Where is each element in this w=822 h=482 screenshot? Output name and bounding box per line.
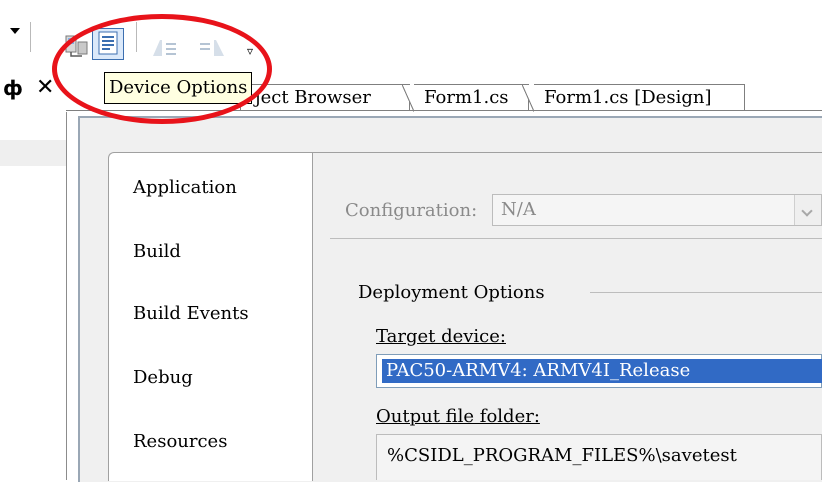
panel-toolbar-band xyxy=(0,140,66,166)
output-folder-label: Output file folder: xyxy=(376,406,540,427)
property-nav: Application Build Build Events Debug Res… xyxy=(108,152,313,481)
left-docked-panel xyxy=(0,100,67,480)
tab-label: Form1.cs [Design] xyxy=(544,87,712,108)
nav-item-resources[interactable]: Resources xyxy=(133,431,227,452)
toolbar-separator xyxy=(30,22,34,52)
tab-object-browser[interactable]: ject Browser xyxy=(240,84,410,111)
tab-label: ject Browser xyxy=(255,87,371,108)
output-folder-field[interactable]: %CSIDL_PROGRAM_FILES%\savetest xyxy=(376,434,822,480)
configuration-value: N/A xyxy=(501,199,536,220)
dropdown-arrow-icon[interactable] xyxy=(10,28,20,34)
close-icon[interactable]: ✕ xyxy=(36,76,54,100)
nav-item-build-events[interactable]: Build Events xyxy=(133,303,249,324)
highlight-circle xyxy=(52,14,272,124)
chevron-down-icon[interactable] xyxy=(794,195,821,225)
output-folder-value: %CSIDL_PROGRAM_FILES%\savetest xyxy=(387,445,737,466)
nav-item-application[interactable]: Application xyxy=(133,177,237,198)
section-divider xyxy=(330,238,822,239)
tab-form1-cs[interactable]: Form1.cs xyxy=(402,84,529,112)
tab-label: Form1.cs xyxy=(424,87,509,108)
nav-item-build[interactable]: Build xyxy=(133,241,181,262)
tab-form1-cs-design[interactable]: Form1.cs [Design] xyxy=(522,84,745,112)
deployment-options-label: Deployment Options xyxy=(358,282,545,303)
group-box-line xyxy=(590,292,822,293)
configuration-label: Configuration: xyxy=(345,200,478,221)
configuration-select[interactable]: N/A xyxy=(492,194,822,226)
target-device-label: Target device: xyxy=(376,326,506,347)
pin-icon[interactable]: ф xyxy=(3,76,23,100)
nav-item-debug[interactable]: Debug xyxy=(133,367,193,388)
target-device-list[interactable]: PAC50-ARMV4: ARMV4I_Release xyxy=(376,354,822,388)
target-device-selected-item[interactable]: PAC50-ARMV4: ARMV4I_Release xyxy=(382,359,822,383)
